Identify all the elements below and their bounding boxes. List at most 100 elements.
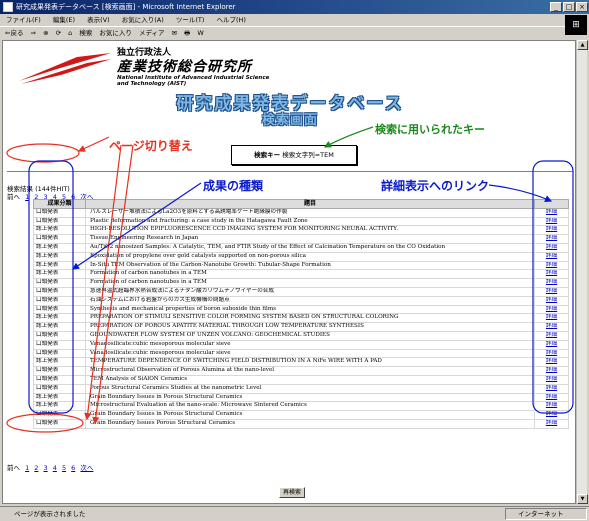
row-kind: 口頭発表 — [33, 304, 86, 315]
row-kind: 口頭発表 — [33, 295, 86, 306]
menu-view[interactable]: 表示(V) — [87, 16, 110, 24]
detail-link[interactable]: 詳細 — [534, 418, 569, 429]
row-kind: 口頭発表 — [33, 410, 86, 420]
menu-help[interactable]: ヘルプ(H) — [217, 16, 246, 24]
row-title: Grain Boundary Issues in Porous Structur… — [85, 392, 535, 403]
menu-edit[interactable]: 編集(E) — [53, 16, 75, 24]
mail-button[interactable]: ✉ — [172, 29, 177, 37]
status-zone: インターネット — [505, 508, 587, 520]
table-row: 誌上発表 PREPARATION OF STIMULI SENSITIVE COL… — [33, 313, 569, 324]
row-title: PREPARATION OF POROUS APATITE MATERIAL T… — [85, 322, 535, 332]
detail-link[interactable]: 詳細 — [534, 313, 569, 324]
table-row: 口頭発表 Vanadosilicate:cubic mesoporous mole… — [33, 348, 569, 359]
detail-link[interactable]: 詳細 — [534, 260, 569, 271]
detail-link[interactable]: 詳細 — [534, 401, 569, 412]
row-kind: 誌上発表 — [33, 242, 86, 253]
pager-page-2[interactable]: 2 — [34, 464, 38, 472]
table-row: 口頭発表 Microstructural Observation of Porou… — [33, 366, 569, 376]
media-button[interactable]: メディア — [139, 29, 165, 37]
table-row: 誌上発表 Formation of carbon nanotubes in a T… — [33, 269, 569, 280]
row-title: Plastic deformation and fracturing: a ca… — [85, 216, 535, 227]
detail-link[interactable]: 詳細 — [534, 383, 569, 394]
statusbar: ページが表示されました インターネット — [0, 506, 589, 521]
pager-next[interactable]: 次へ — [80, 464, 93, 472]
detail-link[interactable]: 詳細 — [534, 322, 569, 332]
scroll-up-icon[interactable]: ▲ — [577, 40, 588, 50]
back-button[interactable]: ⇐戻る — [5, 29, 23, 37]
row-kind: 口頭発表 — [33, 234, 86, 244]
close-button[interactable]: × — [576, 2, 588, 12]
table-row: 口頭発表 Tissue Engineering Research in Japan… — [33, 234, 569, 244]
windows-logo-icon: ⊞ — [565, 15, 587, 35]
search-button[interactable]: 検索 — [79, 29, 92, 37]
detail-link[interactable]: 詳細 — [534, 339, 569, 350]
detail-link[interactable]: 詳細 — [534, 348, 569, 359]
detail-link[interactable]: 詳細 — [534, 286, 569, 297]
detail-link[interactable]: 詳細 — [534, 242, 569, 253]
search-condition-box: 検索キー 検索文字列=TEM — [231, 145, 357, 165]
row-title: 石油システムにおける岩盤からのガス生成機構の問題点 — [85, 295, 535, 306]
pager-page-5[interactable]: 5 — [62, 464, 66, 472]
scroll-down-icon[interactable]: ▼ — [577, 494, 588, 504]
detail-link[interactable]: 詳細 — [534, 304, 569, 315]
institute-name: 産業技術総合研究所 — [117, 59, 252, 75]
pager-page-6[interactable]: 6 — [71, 464, 75, 472]
row-title: TEM Analysis of SiAlON Ceramics — [85, 374, 535, 385]
refresh-button[interactable]: ⟳ — [56, 29, 61, 37]
row-title: 急速昇温式超臨界水熱合成法によるチタン酸カリウムナノワイヤーの合成 — [85, 286, 535, 297]
pager-page-3[interactable]: 3 — [44, 464, 48, 472]
row-kind: 誌上発表 — [33, 322, 86, 332]
row-title: Formation of carbon nanotubes in a TEM — [85, 269, 535, 280]
pager-page-4[interactable]: 4 — [53, 464, 57, 472]
detail-link[interactable]: 詳細 — [534, 207, 569, 218]
page-content: 独立行政法人 産業技術総合研究所 National Institute of A… — [2, 40, 576, 504]
menubar: ファイル(F) 編集(E) 表示(V) お気に入り(A) ツール(T) ヘルプ(… — [0, 14, 589, 26]
window-title: 研究成果発表データベース [検索画面] - Microsoft Internet… — [16, 3, 236, 11]
menu-file[interactable]: ファイル(F) — [6, 16, 41, 24]
pager-page-1[interactable]: 1 — [25, 464, 29, 472]
minimize-button[interactable]: _ — [550, 2, 562, 12]
row-kind: 誌上発表 — [33, 251, 86, 262]
row-title: In-Situ TEM Observation of the Carbon-Na… — [85, 260, 535, 271]
row-kind: 誌上発表 — [33, 260, 86, 271]
detail-link[interactable]: 詳細 — [534, 374, 569, 385]
row-kind: 誌上発表 — [33, 313, 86, 324]
results-body: 口頭発表 パルスレーザー堆積法によるLa2O3を原料とする高誘電率ゲート絶縁膜の作… — [33, 207, 569, 429]
word-button[interactable]: W — [197, 29, 203, 37]
home-button[interactable]: ⌂ — [68, 29, 72, 37]
menu-favorites[interactable]: お気に入り(A) — [122, 16, 164, 24]
detail-link[interactable]: 詳細 — [534, 216, 569, 227]
pager-bottom: 前へ 1 2 3 4 5 6 次へ — [7, 462, 96, 472]
stop-button[interactable]: ⊗ — [43, 29, 48, 37]
pager-prev: 前へ — [7, 193, 20, 201]
table-row: 口頭発表 石油システムにおける岩盤からのガス生成機構の問題点 詳細 — [33, 295, 569, 306]
vertical-scrollbar[interactable]: ▲ ▼ — [576, 40, 588, 504]
row-title: Porous Structural Ceramics Studies at th… — [85, 383, 535, 394]
table-row: 口頭発表 Formation of carbon nanotubes in a T… — [33, 278, 569, 288]
detail-link[interactable]: 詳細 — [534, 295, 569, 306]
detail-link[interactable]: 詳細 — [534, 269, 569, 280]
detail-link[interactable]: 詳細 — [534, 225, 569, 236]
pager-page-1[interactable]: 1 — [25, 193, 29, 201]
detail-link[interactable]: 詳細 — [534, 234, 569, 244]
table-row: 口頭発表 Grain Boundary Issues in Porous Stru… — [33, 410, 569, 420]
detail-link[interactable]: 詳細 — [534, 366, 569, 376]
research-button[interactable]: 再検索 — [279, 487, 305, 498]
table-row: 口頭発表 急速昇温式超臨界水熱合成法によるチタン酸カリウムナノワイヤーの合成 詳細 — [33, 286, 569, 297]
detail-link[interactable]: 詳細 — [534, 357, 569, 368]
forward-button[interactable]: ⇒ — [31, 29, 36, 37]
maximize-button[interactable]: □ — [563, 2, 575, 12]
row-kind: 口頭発表 — [33, 330, 86, 341]
detail-link[interactable]: 詳細 — [534, 278, 569, 288]
print-button[interactable]: 🖶 — [184, 29, 190, 37]
detail-link[interactable]: 詳細 — [534, 410, 569, 420]
institute-english-name: National Institute of Advanced Industria… — [117, 75, 270, 87]
row-title: Synthesis and mechanical properties of b… — [85, 304, 535, 315]
favorites-button[interactable]: お気に入り — [99, 29, 132, 37]
detail-link[interactable]: 詳細 — [534, 251, 569, 262]
row-kind: 口頭発表 — [33, 374, 86, 385]
table-row: 口頭発表 パルスレーザー堆積法によるLa2O3を原料とする高誘電率ゲート絶縁膜の作… — [33, 207, 569, 218]
detail-link[interactable]: 詳細 — [534, 392, 569, 403]
menu-tools[interactable]: ツール(T) — [176, 16, 205, 24]
detail-link[interactable]: 詳細 — [534, 330, 569, 341]
